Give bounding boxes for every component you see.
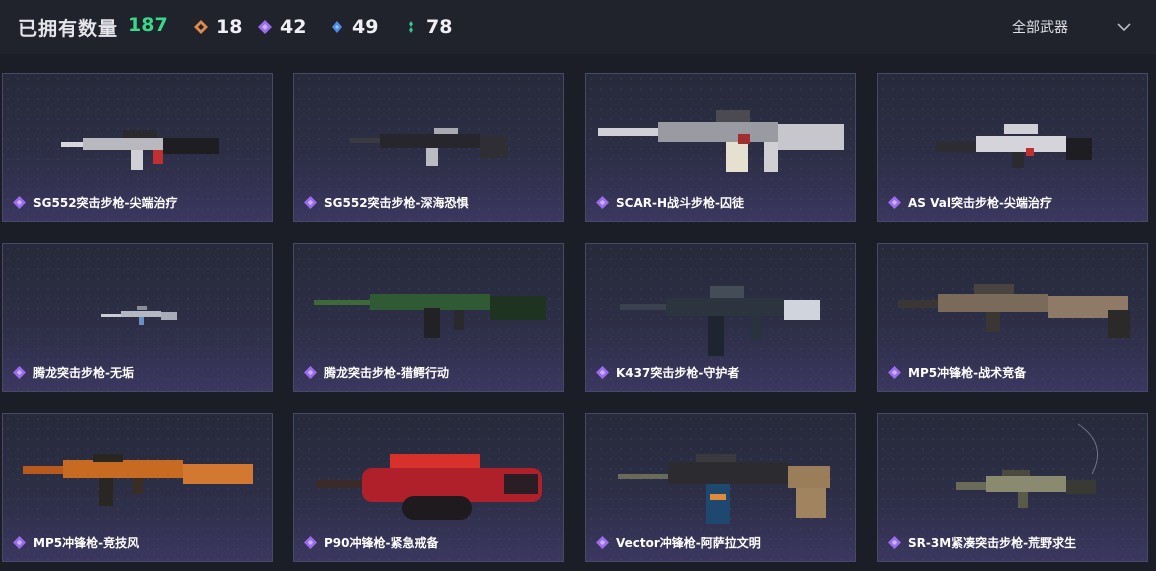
chevron-down-icon[interactable] — [1116, 20, 1132, 34]
weapon-card[interactable]: AS Val突击步枪-尖端治疗 — [877, 73, 1148, 222]
orange-diamond-icon — [194, 20, 208, 34]
purple-diamond-icon — [304, 366, 317, 379]
weapon-label: MP5冲锋枪-战术竞备 — [888, 364, 1026, 381]
stat-green-value: 78 — [426, 16, 453, 38]
weapon-card[interactable]: 腾龙突击步枪-猎鳄行动 — [293, 243, 564, 392]
stat-green: 78 — [404, 14, 452, 40]
purple-diamond-icon — [888, 536, 901, 549]
weapon-name: 腾龙突击步枪-无垢 — [33, 366, 134, 380]
weapon-name: SG552突击步枪-深海恐惧 — [324, 196, 469, 210]
weapon-card[interactable]: MP5冲锋枪-竞技风 — [2, 413, 273, 562]
weapon-label: SG552突击步枪-尖端治疗 — [13, 194, 178, 211]
stat-purple-value: 42 — [280, 16, 307, 38]
weapon-card[interactable]: P90冲锋枪-紧急戒备 — [293, 413, 564, 562]
weapon-label: SCAR-H战斗步枪-囚徒 — [596, 194, 744, 211]
green-diamond-icon — [409, 21, 413, 33]
weapon-name: P90冲锋枪-紧急戒备 — [324, 536, 439, 550]
weapon-card[interactable]: SG552突击步枪-尖端治疗 — [2, 73, 273, 222]
weapon-label: 腾龙突击步枪-无垢 — [13, 364, 134, 381]
weapon-label: 腾龙突击步枪-猎鳄行动 — [304, 364, 449, 381]
stat-blue-value: 49 — [352, 16, 379, 38]
owned-count-value: 187 — [128, 14, 168, 36]
stat-purple: 42 — [258, 14, 306, 40]
purple-diamond-icon — [888, 366, 901, 379]
stat-orange: 18 — [194, 14, 242, 40]
stat-orange-value: 18 — [216, 16, 243, 38]
weapon-label: AS Val突击步枪-尖端治疗 — [888, 194, 1052, 211]
weapon-card[interactable]: Vector冲锋枪-阿萨拉文明 — [585, 413, 856, 562]
owned-count-label: 已拥有数量 — [18, 18, 119, 40]
weapon-name: SCAR-H战斗步枪-囚徒 — [616, 196, 744, 210]
purple-diamond-icon — [258, 20, 272, 34]
weapon-name: MP5冲锋枪-战术竞备 — [908, 366, 1027, 380]
weapon-card[interactable]: SCAR-H战斗步枪-囚徒 — [585, 73, 856, 222]
purple-diamond-icon — [304, 196, 317, 209]
weapon-name: MP5冲锋枪-竞技风 — [33, 536, 140, 550]
stat-blue: 49 — [330, 14, 378, 40]
weapon-name: SG552突击步枪-尖端治疗 — [33, 196, 178, 210]
purple-diamond-icon — [13, 366, 26, 379]
weapon-name: 腾龙突击步枪-猎鳄行动 — [324, 366, 449, 380]
weapon-name: K437突击步枪-守护者 — [616, 366, 740, 380]
weapon-label: P90冲锋枪-紧急戒备 — [304, 534, 438, 551]
weapon-name: AS Val突击步枪-尖端治疗 — [908, 196, 1052, 210]
purple-diamond-icon — [596, 366, 609, 379]
weapon-grid: SG552突击步枪-尖端治疗 SG552突击步枪-深海恐惧 SCAR-H战斗步枪… — [0, 54, 1156, 571]
weapon-label: Vector冲锋枪-阿萨拉文明 — [596, 534, 761, 551]
weapon-name: SR-3M紧凑突击步枪-荒野求生 — [908, 536, 1077, 550]
purple-diamond-icon — [304, 536, 317, 549]
blue-diamond-icon — [332, 21, 342, 33]
weapon-filter-dropdown[interactable]: 全部武器 — [1012, 17, 1068, 37]
purple-diamond-icon — [13, 196, 26, 209]
weapon-label: SR-3M紧凑突击步枪-荒野求生 — [888, 534, 1076, 551]
purple-diamond-icon — [888, 196, 901, 209]
weapon-name: Vector冲锋枪-阿萨拉文明 — [616, 536, 761, 550]
weapon-card[interactable]: SG552突击步枪-深海恐惧 — [293, 73, 564, 222]
purple-diamond-icon — [596, 536, 609, 549]
weapon-label: K437突击步枪-守护者 — [596, 364, 739, 381]
weapon-card[interactable]: MP5冲锋枪-战术竞备 — [877, 243, 1148, 392]
top-bar: 已拥有数量 187 18 42 49 78 全部武器 — [0, 0, 1156, 54]
weapon-card[interactable]: K437突击步枪-守护者 — [585, 243, 856, 392]
weapon-label: SG552突击步枪-深海恐惧 — [304, 194, 469, 211]
weapon-card[interactable]: 腾龙突击步枪-无垢 — [2, 243, 273, 392]
weapon-card[interactable]: SR-3M紧凑突击步枪-荒野求生 — [877, 413, 1148, 562]
purple-diamond-icon — [13, 536, 26, 549]
purple-diamond-icon — [596, 196, 609, 209]
weapon-label: MP5冲锋枪-竞技风 — [13, 534, 139, 551]
